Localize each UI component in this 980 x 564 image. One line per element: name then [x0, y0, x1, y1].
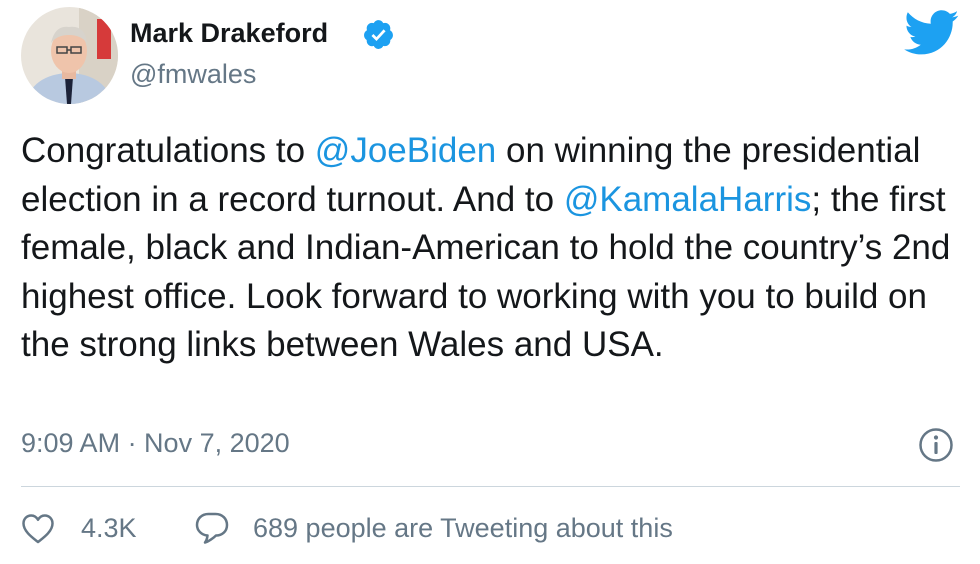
- speech-bubble-icon[interactable]: [194, 511, 230, 545]
- verified-badge-icon: [362, 18, 395, 51]
- author-handle[interactable]: @fmwales: [130, 59, 256, 90]
- like-count[interactable]: 4.3K: [81, 513, 137, 544]
- tweeting-about-link[interactable]: 689 people are Tweeting about this: [253, 513, 673, 544]
- tweet-text: Congratulations to @JoeBiden on winning …: [21, 127, 966, 370]
- tweet-text-segment: Congratulations to: [21, 131, 315, 170]
- avatar[interactable]: [21, 7, 118, 104]
- author-name[interactable]: Mark Drakeford: [130, 18, 328, 49]
- tweet-card: Mark Drakeford @fmwales Congratulations …: [0, 0, 980, 564]
- heart-icon[interactable]: [21, 513, 55, 545]
- divider: [21, 486, 960, 487]
- info-icon[interactable]: [918, 427, 954, 463]
- tweet-timestamp[interactable]: 9:09 AM · Nov 7, 2020: [21, 428, 290, 459]
- twitter-bird-icon[interactable]: [904, 10, 960, 56]
- mention-link[interactable]: @KamalaHarris: [564, 180, 812, 219]
- mention-link[interactable]: @JoeBiden: [315, 131, 496, 170]
